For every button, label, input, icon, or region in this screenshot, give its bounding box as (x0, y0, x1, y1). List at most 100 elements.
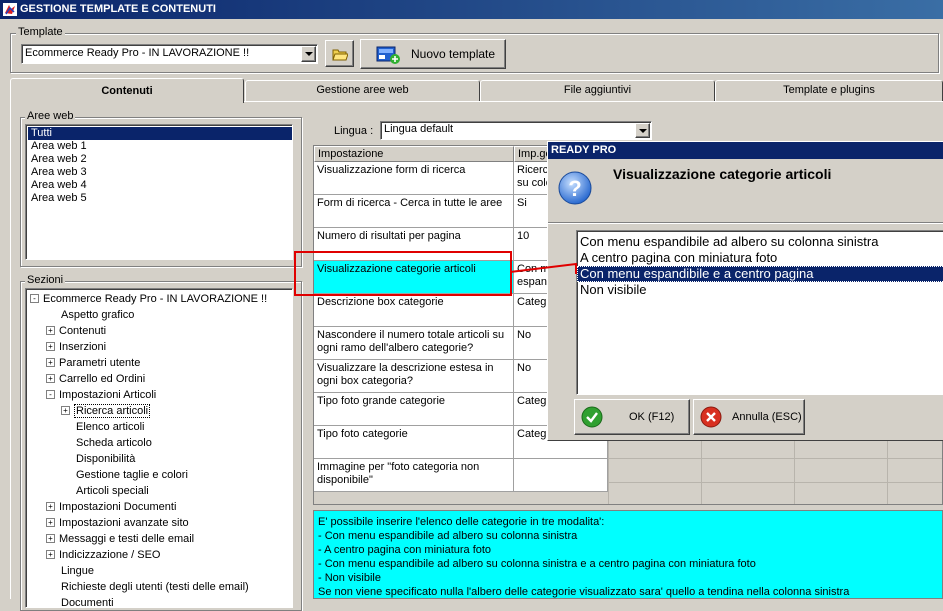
lingua-select-dropdown-button[interactable] (635, 123, 650, 138)
tab-contenuti[interactable]: Contenuti (10, 78, 244, 103)
aree-web-item[interactable]: Area web 3 (28, 166, 292, 179)
info-line: Se non viene specificato nulla l'albero … (318, 586, 850, 598)
tab-template-e-plugins[interactable]: Template e plugins (715, 80, 943, 101)
aree-web-item[interactable]: Area web 2 (28, 153, 292, 166)
template-select-dropdown-button[interactable] (301, 46, 316, 62)
sezioni-tree[interactable]: - Ecommerce Ready Pro - IN LAVORAZIONE !!… (25, 288, 293, 608)
ok-label: OK (F12) (629, 411, 675, 423)
grid-setting-name[interactable]: Visualizzazione form di ricerca (314, 162, 514, 195)
tree-node-label: Aspetto grafico (61, 309, 135, 321)
cancel-icon (700, 406, 722, 428)
tree-node-label: Gestione taglie e colori (76, 469, 188, 481)
tree-node-label: Impostazioni Documenti (59, 501, 177, 513)
check-icon (581, 406, 603, 428)
option-item-selected[interactable]: Con menu espandibile e a centro pagina (577, 266, 943, 282)
expand-icon[interactable]: + (46, 517, 55, 527)
tree-node[interactable]: + Impostazioni avanzate sito (46, 515, 189, 531)
tree-node-label: Impostazioni avanzate sito (59, 517, 189, 529)
tree-node[interactable]: - Ecommerce Ready Pro - IN LAVORAZIONE !! (30, 291, 267, 307)
grid-setting-value[interactable] (514, 459, 608, 492)
grid-setting-name[interactable]: Tipo foto grande categorie (314, 393, 514, 426)
question-icon: ? (558, 171, 592, 205)
tree-node-label: Messaggi e testi delle email (59, 533, 195, 545)
tab-file-aggiuntivi[interactable]: File aggiuntivi (480, 80, 715, 101)
selection-dialog: READY PRO ? Visualizzazione categorie ar… (547, 141, 943, 441)
tab-contenuti-label: Contenuti (101, 85, 153, 97)
cancel-button[interactable]: Annulla (ESC) (693, 399, 805, 435)
tree-node[interactable]: Disponibilità (61, 451, 135, 467)
option-item[interactable]: Con menu espandibile ad albero su colonn… (577, 234, 943, 250)
tree-node[interactable]: Elenco articoli (61, 419, 144, 435)
info-line: - Con menu espandibile ad albero su colo… (318, 558, 756, 570)
collapse-icon[interactable]: - (46, 389, 55, 399)
lingua-select-value: Lingua default (384, 123, 454, 135)
expand-icon[interactable]: + (46, 533, 55, 543)
tree-node[interactable]: + Messaggi e testi delle email (46, 531, 194, 547)
tree-node[interactable]: Articoli speciali (61, 483, 149, 499)
grid-setting-name[interactable]: Descrizione box categorie (314, 294, 514, 327)
tab-gestione-aree-web-label: Gestione aree web (316, 84, 409, 96)
dialog-app-title: READY PRO (551, 144, 617, 156)
annotation-rectangle (294, 251, 512, 296)
folder-icon (331, 49, 348, 60)
template-select[interactable]: Ecommerce Ready Pro - IN LAVORAZIONE !! (21, 44, 318, 64)
template-select-value: Ecommerce Ready Pro - IN LAVORAZIONE !! (25, 47, 250, 59)
new-template-icon (376, 46, 400, 64)
tree-node[interactable]: + Ricerca articoli (61, 403, 151, 419)
tree-node-label: Contenuti (59, 325, 107, 337)
options-list[interactable]: Con menu espandibile ad albero su colonn… (576, 230, 943, 395)
grid-setting-name[interactable]: Form di ricerca - Cerca in tutte le aree (314, 195, 514, 228)
aree-web-item[interactable]: Area web 4 (28, 179, 292, 192)
tree-node[interactable]: Richieste degli utenti (testi delle emai… (46, 579, 249, 595)
tree-node[interactable]: + Contenuti (46, 323, 106, 339)
expand-icon[interactable]: + (46, 357, 55, 367)
collapse-icon[interactable]: - (30, 293, 39, 303)
expand-icon[interactable]: + (61, 405, 70, 415)
tree-node-label: Parametri utente (59, 357, 141, 369)
tree-node-label: Elenco articoli (76, 421, 145, 433)
dialog-separator (548, 222, 943, 224)
tab-gestione-aree-web[interactable]: Gestione aree web (245, 80, 480, 101)
option-item[interactable]: A centro pagina con miniatura foto (577, 250, 943, 266)
cancel-label: Annulla (ESC) (732, 411, 802, 423)
new-template-button[interactable]: Nuovo template (360, 39, 506, 69)
aree-web-item[interactable]: Tutti (28, 127, 292, 140)
expand-icon[interactable]: + (46, 341, 55, 351)
tree-node[interactable]: Scheda articolo (61, 435, 152, 451)
tree-node-label: Scheda articolo (76, 437, 152, 449)
option-item[interactable]: Non visibile (577, 282, 943, 298)
ok-button[interactable]: OK (F12) (574, 399, 690, 435)
info-panel: E' possibile inserire l'elenco delle cat… (313, 510, 943, 599)
lingua-select[interactable]: Lingua default (380, 121, 652, 140)
grid-setting-name[interactable]: Immagine per "foto categoria non disponi… (314, 459, 514, 492)
dialog-heading: Visualizzazione categorie articoli (613, 166, 832, 182)
tree-node[interactable]: - Impostazioni Articoli (46, 387, 156, 403)
tree-node[interactable]: Lingue (46, 563, 94, 579)
expand-icon[interactable]: + (46, 325, 55, 335)
info-line: - A centro pagina con miniatura foto (318, 544, 492, 556)
grid-setting-name[interactable]: Visualizzare la descrizione estesa in og… (314, 360, 514, 393)
aree-web-item[interactable]: Area web 1 (28, 140, 292, 153)
window-title: GESTIONE TEMPLATE E CONTENUTI (20, 3, 216, 15)
tree-node[interactable]: + Parametri utente (46, 355, 140, 371)
tree-node[interactable]: Aspetto grafico (46, 307, 134, 323)
tree-node[interactable]: + Indicizzazione / SEO (46, 547, 161, 563)
grid-setting-name[interactable]: Nascondere il numero totale articoli su … (314, 327, 514, 360)
grid-setting-name[interactable]: Tipo foto categorie (314, 426, 514, 459)
grid-header[interactable]: Impostazione (314, 146, 514, 162)
annotation-connector (510, 262, 577, 274)
tab-file-aggiuntivi-label: File aggiuntivi (563, 84, 632, 96)
tree-node[interactable]: Documenti (46, 595, 114, 607)
tree-node[interactable]: + Inserzioni (46, 339, 106, 355)
tree-node[interactable]: Gestione taglie e colori (61, 467, 188, 483)
aree-web-list[interactable]: Tutti Area web 1 Area web 2 Area web 3 A… (25, 124, 293, 260)
expand-icon[interactable]: + (46, 501, 55, 511)
tree-node[interactable]: + Impostazioni Documenti (46, 499, 176, 515)
new-template-label: Nuovo template (411, 47, 496, 61)
tree-node[interactable]: + Carrello ed Ordini (46, 371, 145, 387)
aree-web-item[interactable]: Area web 5 (28, 192, 292, 205)
open-folder-button[interactable] (325, 40, 354, 67)
expand-icon[interactable]: + (46, 549, 55, 559)
sezioni-label: Sezioni (25, 274, 66, 286)
expand-icon[interactable]: + (46, 373, 55, 383)
